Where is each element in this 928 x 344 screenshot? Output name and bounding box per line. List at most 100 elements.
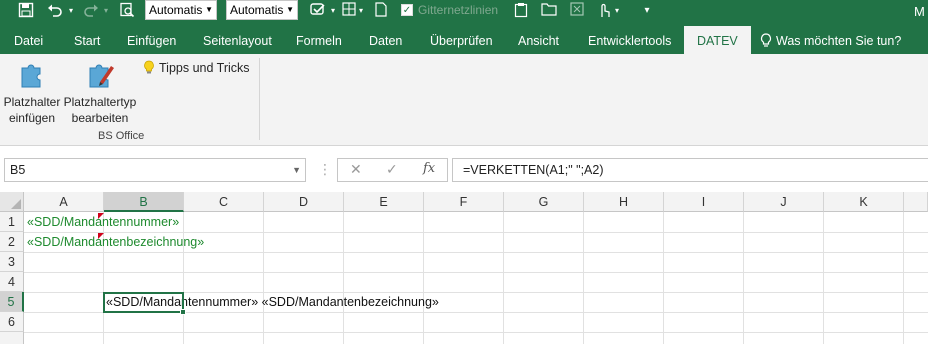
active-cell-border — [103, 292, 186, 315]
gridline — [24, 332, 928, 333]
gridline — [583, 212, 584, 344]
insert-placeholder-label-1: Platzhalter — [3, 95, 61, 109]
gridline — [423, 212, 424, 344]
formula-input[interactable]: =VERKETTEN(A1;" ";A2) — [452, 158, 928, 182]
font-size-dropdown[interactable]: Automatis ▼ — [226, 0, 298, 20]
chevron-down-icon: ▼ — [292, 165, 301, 175]
row-header-2[interactable]: 2 — [0, 232, 24, 252]
column-header-c[interactable]: C — [184, 192, 264, 212]
row-header-5[interactable]: 5 — [0, 292, 24, 312]
tab-einfuegen[interactable]: Einfügen — [127, 33, 176, 49]
name-box[interactable]: B5 ▼ — [4, 158, 306, 182]
column-header-f[interactable]: F — [424, 192, 504, 212]
comment-indicator-a2[interactable] — [98, 233, 104, 239]
user-initial[interactable]: M — [914, 4, 925, 19]
column-header-j[interactable]: J — [744, 192, 824, 212]
gridline — [24, 272, 928, 273]
redo-icon[interactable] — [82, 2, 100, 20]
gridline — [743, 212, 744, 344]
gridline — [503, 212, 504, 344]
touch-mode-icon[interactable] — [595, 2, 613, 20]
column-header-b[interactable]: B — [104, 192, 184, 212]
formula-buttons: ✕ ✓ fx — [337, 158, 448, 182]
touch-dropdown-icon[interactable]: ▾ — [613, 2, 621, 20]
print-preview-icon[interactable] — [118, 2, 136, 20]
row-header-7[interactable] — [0, 332, 24, 344]
tab-entwicklertools[interactable]: Entwicklertools — [588, 33, 671, 49]
tab-datev[interactable]: DATEV — [684, 26, 751, 54]
formula-bar: B5 ▼ ⋮ ✕ ✓ fx =VERKETTEN(A1;" ";A2) — [0, 146, 928, 192]
insert-placeholder-label-2: einfügen — [8, 111, 56, 125]
undo-dropdown-icon[interactable]: ▾ — [67, 2, 75, 20]
undo-icon[interactable] — [44, 2, 66, 20]
row-header-3[interactable]: 3 — [0, 252, 24, 272]
puzzle-edit-icon — [89, 64, 114, 88]
grid-icon[interactable] — [340, 2, 358, 20]
insert-placeholder-button[interactable]: Platzhalter einfügen — [3, 58, 61, 126]
column-header-k[interactable]: K — [824, 192, 904, 212]
lightbulb-icon — [760, 33, 772, 47]
gridlines-checkbox[interactable]: ✓ — [401, 4, 413, 16]
tell-me-box[interactable]: Was möchten Sie tun? — [760, 33, 901, 48]
tab-ueberpruefen[interactable]: Überprüfen — [430, 33, 493, 49]
column-header-a[interactable]: A — [24, 192, 104, 212]
font-name-dropdown[interactable]: Automatis ▼ — [145, 0, 217, 20]
column-header-e[interactable]: E — [344, 192, 424, 212]
puzzle-icon — [21, 64, 41, 88]
gridline — [24, 252, 928, 253]
redo-dropdown-icon[interactable]: ▾ — [102, 2, 110, 20]
select-all-button[interactable] — [0, 192, 24, 212]
tab-datei[interactable]: Datei — [14, 33, 43, 49]
column-header-l[interactable] — [904, 192, 928, 212]
comment-indicator-a1[interactable] — [98, 213, 104, 219]
column-header-h[interactable]: H — [584, 192, 664, 212]
worksheet-grid: A B C D E F G H I J K 1 2 3 4 5 6 «SDD/M… — [0, 192, 928, 344]
column-header-i[interactable]: I — [664, 192, 744, 212]
group-label-bs-office: BS Office — [98, 130, 145, 142]
group-separator — [259, 58, 260, 140]
edit-placeholder-label-1: Platzhaltertyp — [63, 95, 137, 109]
spelling-dropdown-icon[interactable]: ▾ — [329, 2, 337, 20]
row-header-4[interactable]: 4 — [0, 272, 24, 292]
tell-me-text: Was möchten Sie tun? — [776, 34, 902, 48]
ribbon-tabs: Datei Start Einfügen Seitenlayout Formel… — [0, 22, 928, 54]
gridline — [343, 212, 344, 344]
enter-icon[interactable]: ✓ — [386, 161, 398, 178]
tips-and-tricks-label: Tipps und Tricks — [159, 61, 250, 75]
export-icon[interactable] — [568, 2, 586, 20]
clipboard-icon[interactable] — [512, 2, 530, 20]
column-header-g[interactable]: G — [504, 192, 584, 212]
tips-and-tricks-button[interactable]: Tipps und Tricks — [143, 60, 250, 75]
gridline — [263, 212, 264, 344]
spelling-icon[interactable] — [308, 2, 328, 20]
gridline — [663, 212, 664, 344]
row-header-1[interactable]: 1 — [0, 212, 24, 232]
cell-a2[interactable]: «SDD/Mandantenbezeichnung» — [27, 232, 204, 252]
row-header-6[interactable]: 6 — [0, 312, 24, 332]
chevron-down-icon: ▼ — [286, 5, 294, 14]
save-icon[interactable] — [16, 2, 36, 20]
grid-dropdown-icon[interactable]: ▾ — [357, 2, 365, 20]
edit-placeholder-label-2: bearbeiten — [71, 111, 129, 125]
select-all-triangle — [11, 199, 21, 209]
tab-daten[interactable]: Daten — [369, 33, 402, 49]
tab-seitenlayout[interactable]: Seitenlayout — [203, 33, 272, 49]
quick-access-toolbar: ▾ ▾ Automatis ▼ Automatis ▼ ▾ ▾ ✓ Gitter… — [0, 0, 928, 22]
fill-handle[interactable] — [180, 309, 186, 315]
new-document-icon[interactable] — [373, 2, 389, 20]
tab-start[interactable]: Start — [74, 33, 100, 49]
cancel-icon[interactable]: ✕ — [350, 161, 362, 178]
open-folder-icon[interactable] — [540, 2, 558, 20]
customize-toolbar-icon[interactable]: ▾ — [642, 2, 652, 20]
chevron-down-icon: ▼ — [205, 5, 213, 14]
name-box-value: B5 — [10, 163, 26, 177]
gridline — [823, 212, 824, 344]
edit-placeholder-type-button[interactable]: Platzhaltertyp bearbeiten — [63, 58, 137, 126]
column-header-d[interactable]: D — [264, 192, 344, 212]
tab-ansicht[interactable]: Ansicht — [518, 33, 559, 49]
formula-bar-grip[interactable]: ⋮ — [318, 162, 332, 176]
tab-formeln[interactable]: Formeln — [296, 33, 342, 49]
lightbulb-icon — [144, 60, 154, 74]
insert-function-icon[interactable]: fx — [423, 161, 435, 176]
font-name-value: Automatis — [149, 3, 203, 17]
